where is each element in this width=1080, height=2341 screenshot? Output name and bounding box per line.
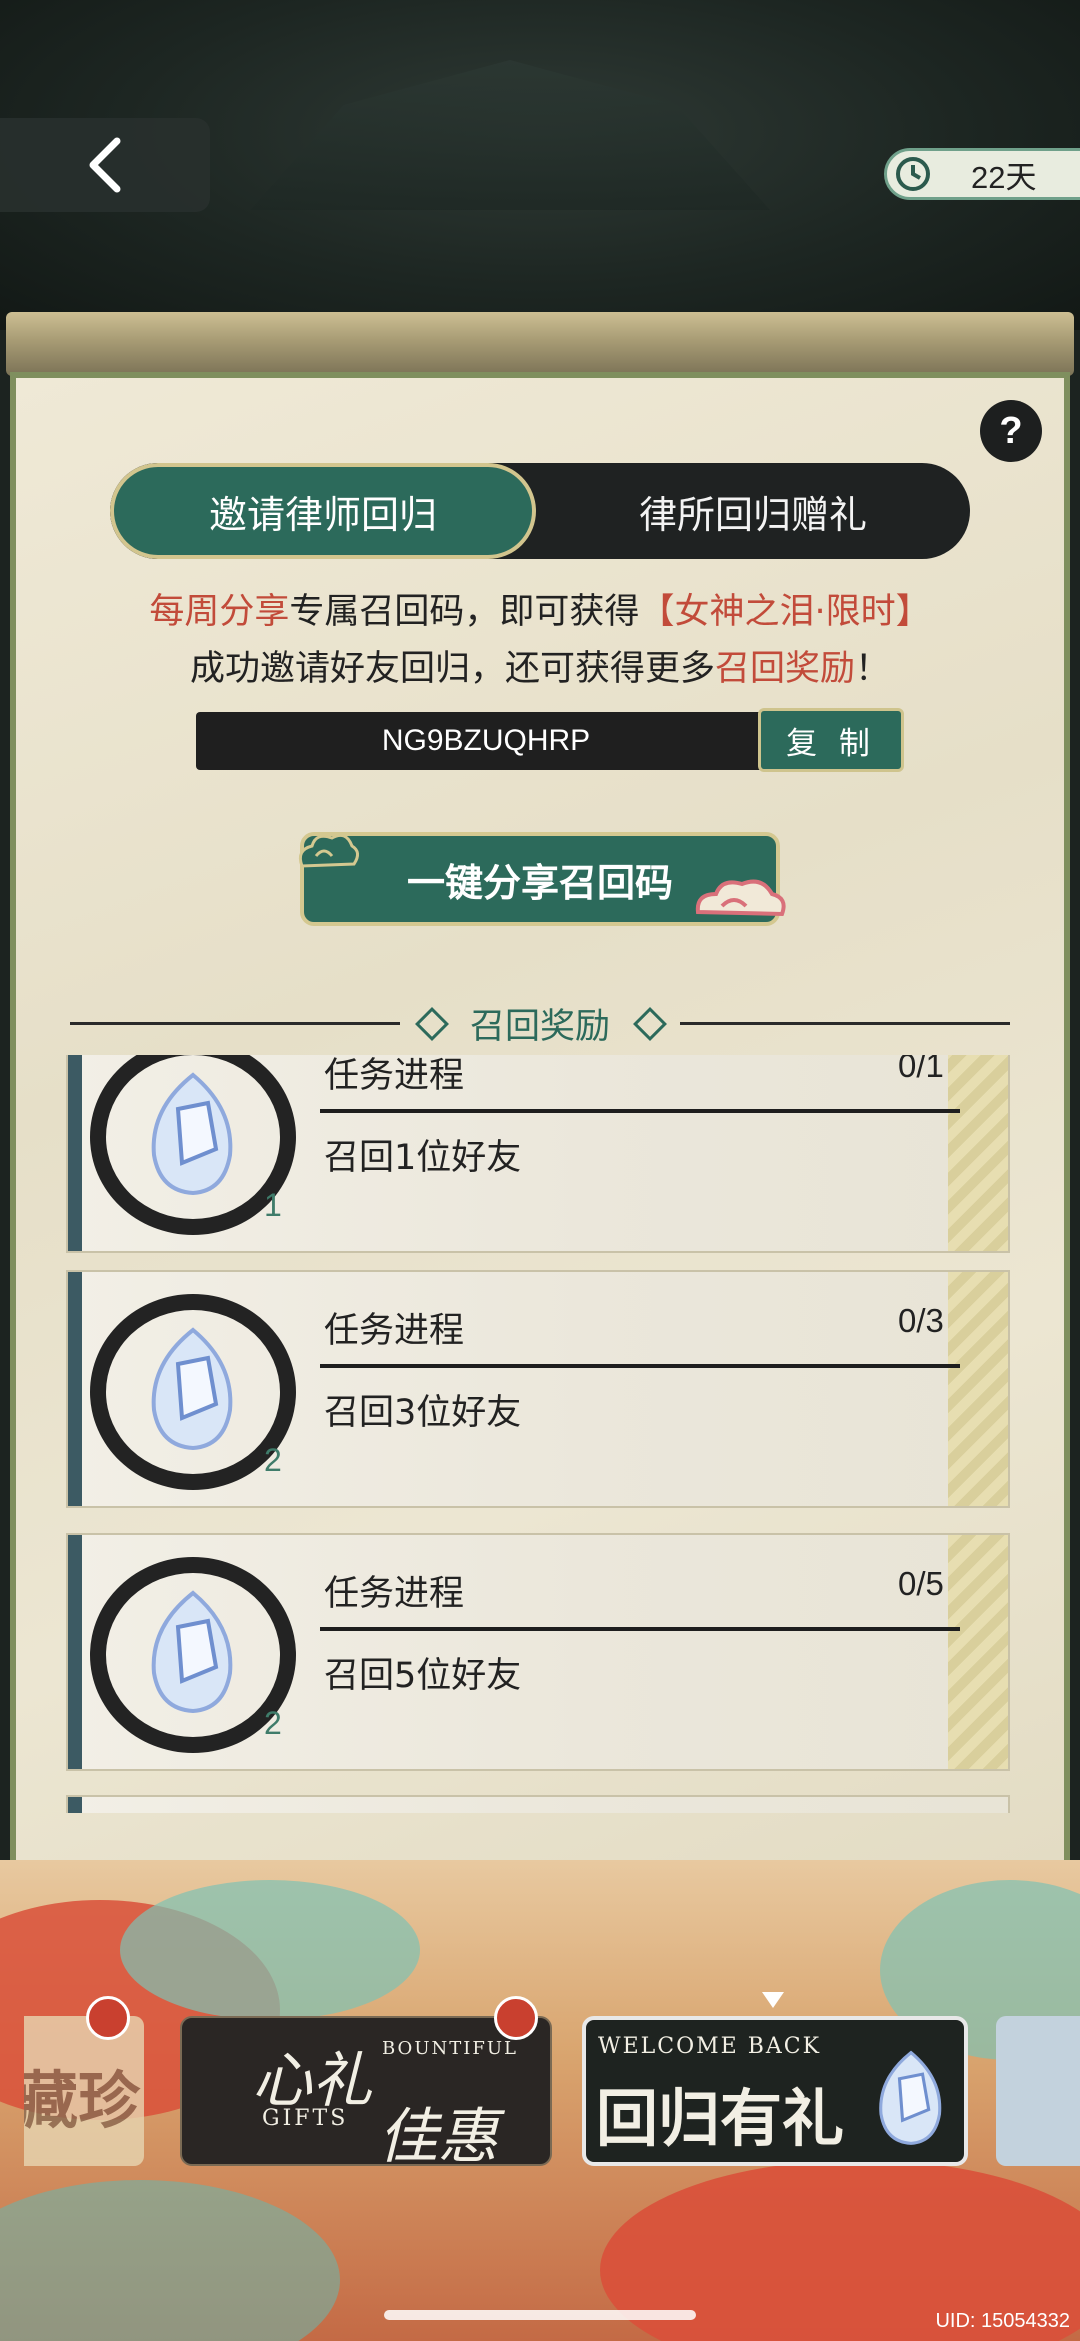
gem-icon [879, 2050, 942, 2145]
reward-count: 2 [264, 1442, 282, 1478]
tab-bar: 邀请律师回归 律所回归赠礼 [110, 463, 970, 559]
card-edge [68, 1535, 82, 1769]
banner-welcome-back[interactable]: WELCOME BACK 回归有礼 [582, 2016, 968, 2166]
tab-label: 律所回归赠礼 [638, 492, 867, 537]
task-label: 任务进程 [324, 1056, 465, 1096]
highlight-text: 每周分享 [149, 592, 290, 632]
swirl-decoration [0, 2180, 340, 2341]
task-divider [320, 1364, 960, 1368]
task-card: 2 任务进程 0/3 召回3位好友 [66, 1270, 1010, 1508]
copy-label: 复 制 [786, 725, 876, 762]
help-icon: ? [999, 409, 1023, 452]
card-pattern [948, 1535, 1008, 1769]
event-timer: 22天 [884, 148, 1080, 200]
task-progress: 0/3 [898, 1302, 944, 1339]
pavilion-roof-decoration [250, 60, 770, 210]
highlight-text: 召回奖励 [714, 649, 855, 689]
clock-icon [896, 157, 930, 191]
reward-count: 1 [264, 1187, 282, 1223]
home-indicator[interactable] [384, 2310, 696, 2320]
banner-treasure[interactable]: 藏珍 [24, 2016, 144, 2166]
banner-next[interactable] [996, 2016, 1080, 2166]
card-pattern [948, 1055, 1008, 1251]
recall-code-text: NG9BZUQHRP [381, 724, 591, 757]
reward-count: 2 [264, 1705, 282, 1741]
banner-title: 回归有礼 [596, 2082, 845, 2155]
task-card: 1 任务进程 0/1 召回1位好友 [66, 1055, 1010, 1253]
section-title: 召回奖励 [469, 1007, 610, 1047]
description-text: 成功邀请好友回归，还可获得更多 [189, 649, 715, 689]
banner-subtitle: WELCOME BACK [598, 2034, 822, 2059]
recall-code-display: NG9BZUQHRP [196, 712, 776, 770]
timer-text: 22天 [971, 159, 1037, 195]
copy-button[interactable]: 复 制 [758, 708, 904, 772]
banner-title: 藏珍 [24, 2064, 141, 2137]
alarm-icon [86, 1996, 130, 2040]
reward-task-list[interactable]: 1 任务进程 0/1 召回1位好友 2 任务进程 0/3 召回3位好友 2 任务… [66, 1055, 1010, 1813]
tab-return-gift[interactable]: 律所回归赠礼 [536, 463, 970, 559]
description-line-1: 每周分享专属召回码，即可获得【女神之泪·限时】 [0, 583, 1080, 634]
help-button[interactable]: ? [980, 400, 1042, 462]
gem-icon [151, 1590, 233, 1714]
description-line-2: 成功邀请好友回归，还可获得更多召回奖励！ [0, 640, 1080, 691]
tab-label: 邀请律师回归 [208, 492, 437, 537]
task-progress: 0/5 [898, 1565, 944, 1602]
share-label: 一键分享召回码 [406, 860, 673, 905]
task-divider [320, 1627, 960, 1631]
back-button[interactable] [0, 118, 210, 212]
gem-icon [151, 1072, 233, 1196]
gem-icon [151, 1327, 233, 1451]
card-edge [68, 1055, 82, 1251]
banner-bountiful-gifts[interactable]: 心礼 佳惠 BOUNTIFUL GIFTS [180, 2016, 552, 2166]
card-edge [68, 1272, 82, 1506]
cloud-icon [695, 879, 786, 917]
alarm-icon [494, 1996, 538, 2040]
banner-subtitle: GIFTS [262, 2106, 349, 2131]
task-description: 召回1位好友 [324, 1138, 522, 1178]
task-description: 召回3位好友 [324, 1393, 522, 1433]
card-pattern [948, 1272, 1008, 1506]
highlight-text: 【女神之泪·限时】 [639, 592, 931, 632]
selected-indicator-icon [762, 1992, 784, 2008]
scroll-rod [6, 312, 1074, 376]
description-text: 专属召回码，即可获得 [289, 592, 640, 632]
task-label: 任务进程 [324, 1311, 465, 1351]
description-text: ！ [855, 649, 891, 689]
task-card: 2 任务进程 0/5 召回5位好友 [66, 1533, 1010, 1771]
task-label: 任务进程 [324, 1574, 465, 1614]
user-id: UID: 15054332 [935, 2310, 1070, 2332]
task-progress: 0/1 [898, 1055, 944, 1084]
card-edge [68, 1797, 82, 1813]
task-divider [320, 1109, 960, 1113]
chevron-left-icon [89, 137, 121, 193]
task-card-partial [66, 1795, 1010, 1813]
banner-title: 佳惠 [378, 2102, 498, 2166]
banner-subtitle: BOUNTIFUL [382, 2038, 518, 2059]
cloud-icon [298, 833, 359, 868]
tab-invite-lawyer[interactable]: 邀请律师回归 [110, 463, 536, 559]
task-description: 召回5位好友 [324, 1656, 522, 1696]
swirl-decoration [120, 1880, 420, 2020]
